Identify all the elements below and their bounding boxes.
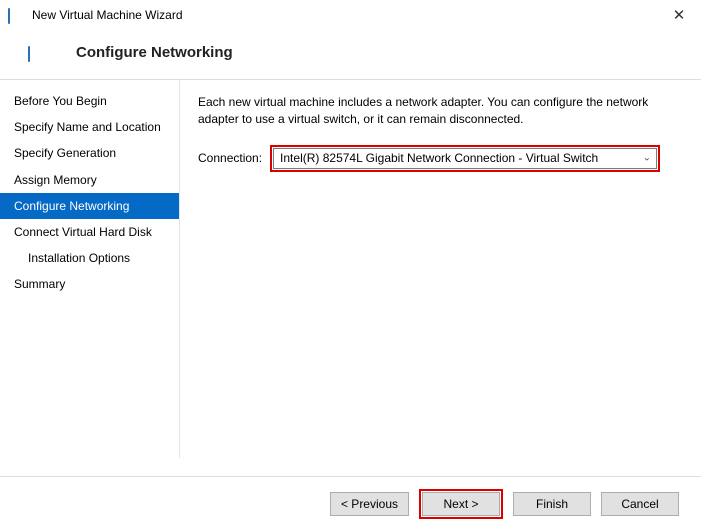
- button-label: < Previous: [341, 497, 398, 511]
- step-label: Assign Memory: [14, 173, 97, 187]
- close-icon: ✕: [673, 6, 686, 24]
- connection-selected-value: Intel(R) 82574L Gigabit Network Connecti…: [280, 151, 598, 165]
- step-assign-memory[interactable]: Assign Memory: [0, 167, 179, 193]
- step-configure-networking[interactable]: Configure Networking: [0, 193, 179, 219]
- step-label: Before You Begin: [14, 94, 107, 108]
- connection-row: Connection: Intel(R) 82574L Gigabit Netw…: [198, 145, 679, 172]
- wizard-header-icon: [28, 47, 44, 59]
- finish-button-wrap: Finish: [513, 492, 591, 516]
- button-label: Finish: [536, 497, 568, 511]
- app-icon: [8, 9, 24, 21]
- description-text: Each new virtual machine includes a netw…: [198, 94, 679, 129]
- step-before-you-begin[interactable]: Before You Begin: [0, 88, 179, 114]
- chevron-down-icon: ⌄: [643, 153, 651, 164]
- next-button-highlight: Next >: [419, 489, 503, 519]
- step-label: Summary: [14, 277, 65, 291]
- step-label: Specify Generation: [14, 146, 116, 160]
- step-specify-generation[interactable]: Specify Generation: [0, 140, 179, 166]
- wizard-window: New Virtual Machine Wizard ✕ Configure N…: [0, 0, 701, 530]
- connection-dropdown[interactable]: Intel(R) 82574L Gigabit Network Connecti…: [273, 148, 657, 169]
- step-installation-options[interactable]: Installation Options: [0, 245, 179, 271]
- close-button[interactable]: ✕: [657, 0, 701, 30]
- previous-button[interactable]: < Previous: [330, 492, 409, 516]
- finish-button[interactable]: Finish: [513, 492, 591, 516]
- cancel-button[interactable]: Cancel: [601, 492, 679, 516]
- wizard-main-panel: Each new virtual machine includes a netw…: [180, 80, 701, 458]
- window-title: New Virtual Machine Wizard: [32, 8, 657, 22]
- step-label: Installation Options: [28, 251, 130, 265]
- cancel-button-wrap: Cancel: [601, 492, 679, 516]
- wizard-steps-sidebar: Before You Begin Specify Name and Locati…: [0, 80, 180, 458]
- step-connect-virtual-hard-disk[interactable]: Connect Virtual Hard Disk: [0, 219, 179, 245]
- next-button[interactable]: Next >: [422, 492, 500, 516]
- wizard-footer: < Previous Next > Finish Cancel: [0, 476, 701, 530]
- step-label: Specify Name and Location: [14, 120, 161, 134]
- wizard-header: Configure Networking: [0, 30, 701, 79]
- connection-highlight: Intel(R) 82574L Gigabit Network Connecti…: [270, 145, 660, 172]
- step-specify-name-location[interactable]: Specify Name and Location: [0, 114, 179, 140]
- wizard-body: Before You Begin Specify Name and Locati…: [0, 80, 701, 458]
- step-label: Connect Virtual Hard Disk: [14, 225, 152, 239]
- connection-label: Connection:: [198, 151, 262, 165]
- titlebar: New Virtual Machine Wizard ✕: [0, 0, 701, 30]
- step-label: Configure Networking: [14, 199, 129, 213]
- page-title: Configure Networking: [76, 44, 233, 61]
- previous-button-wrap: < Previous: [330, 492, 409, 516]
- button-label: Next >: [443, 497, 478, 511]
- button-label: Cancel: [621, 497, 658, 511]
- step-summary[interactable]: Summary: [0, 271, 179, 297]
